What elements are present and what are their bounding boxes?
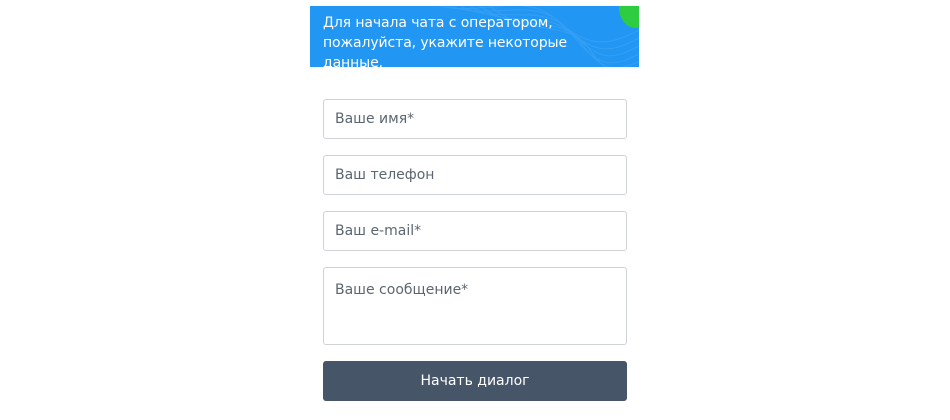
banner-line-1: Для начала чата с оператором, — [323, 15, 553, 31]
banner-line-2: пожалуйста, укажите некоторые данные. — [323, 35, 567, 67]
start-dialog-button[interactable]: Начать диалог — [323, 361, 627, 401]
chat-intro-banner: Для начала чата с оператором, пожалуйста… — [310, 6, 639, 67]
banner-message: Для начала чата с оператором, пожалуйста… — [323, 13, 627, 67]
message-textarea[interactable] — [323, 267, 627, 345]
email-input[interactable] — [323, 211, 627, 251]
chat-start-page: Для начала чата с оператором, пожалуйста… — [0, 0, 950, 420]
name-input[interactable] — [323, 99, 627, 139]
phone-input[interactable] — [323, 155, 627, 195]
